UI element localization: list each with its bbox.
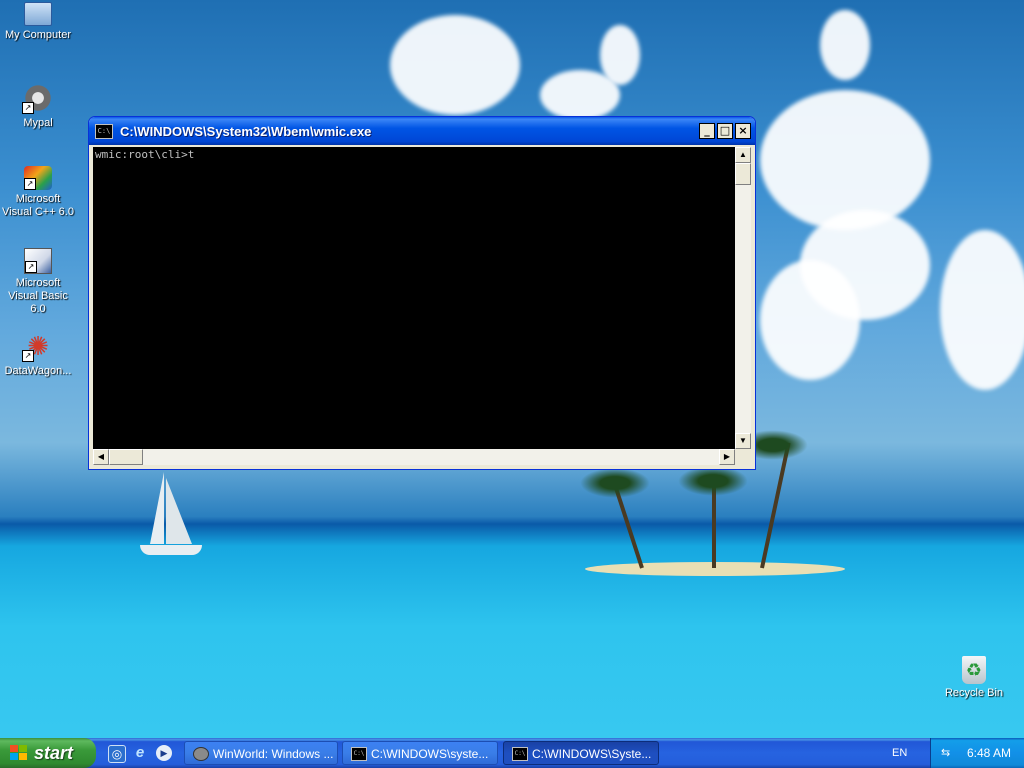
maximize-button[interactable]: □ bbox=[717, 123, 733, 139]
wallpaper-sail bbox=[150, 472, 164, 544]
shortcut-arrow-icon: ↗ bbox=[24, 178, 36, 190]
scroll-down-arrow-icon[interactable]: ▼ bbox=[735, 433, 751, 449]
window-title: C:\WINDOWS\System32\Wbem\wmic.exe bbox=[120, 123, 372, 139]
datawagon-icon: ✺ ↗ bbox=[22, 330, 54, 362]
scrollbar-corner bbox=[735, 449, 751, 465]
scroll-up-arrow-icon[interactable]: ▲ bbox=[735, 147, 751, 163]
desktop-icon-datawagon[interactable]: ✺ ↗ DataWagon... bbox=[0, 330, 76, 378]
console-app-icon[interactable]: C:\ bbox=[95, 123, 113, 139]
desktop-icon-my-computer[interactable]: My Computer bbox=[0, 2, 76, 42]
wallpaper-palm bbox=[760, 442, 791, 569]
wallpaper-cloud bbox=[600, 25, 640, 85]
desktop-icon-label: DataWagon... bbox=[4, 365, 72, 377]
minimize-button[interactable]: _ bbox=[699, 123, 715, 139]
taskbar-task-winworld[interactable]: WinWorld: Windows ... bbox=[184, 741, 338, 765]
shortcut-arrow-icon: ↗ bbox=[22, 350, 34, 362]
desktop-icon-visual-basic[interactable]: ↗ Microsoft Visual Basic 6.0 bbox=[0, 248, 76, 316]
internet-explorer-icon[interactable]: e bbox=[132, 745, 148, 761]
shortcut-arrow-icon: ↗ bbox=[25, 261, 37, 273]
start-button[interactable]: start bbox=[0, 738, 96, 768]
console-icon: C:\ bbox=[512, 747, 528, 761]
windows-update-icon[interactable]: ◎ bbox=[108, 745, 126, 763]
horizontal-scroll-thumb[interactable] bbox=[109, 449, 143, 465]
vertical-scrollbar[interactable]: ▲ ▼ bbox=[735, 147, 751, 449]
network-icon[interactable]: ⇆ bbox=[941, 746, 955, 760]
wallpaper-sailboat bbox=[140, 545, 202, 555]
close-button[interactable]: × bbox=[735, 123, 751, 139]
language-indicator[interactable]: EN bbox=[892, 738, 920, 768]
console-titlebar[interactable]: C:\ C:\WINDOWS\System32\Wbem\wmic.exe _ … bbox=[89, 117, 755, 145]
wallpaper-cloud bbox=[940, 230, 1024, 390]
console-window[interactable]: C:\ C:\WINDOWS\System32\Wbem\wmic.exe _ … bbox=[88, 116, 756, 470]
wallpaper-palm bbox=[678, 466, 748, 496]
shortcut-arrow-icon: ↗ bbox=[22, 102, 34, 114]
windows-flag-icon bbox=[10, 745, 28, 761]
raccoon-icon: ↗ bbox=[22, 82, 54, 114]
wallpaper-cloud bbox=[760, 90, 930, 230]
visual-cpp-icon: ↗ bbox=[24, 166, 52, 190]
wallpaper-sail bbox=[166, 478, 192, 544]
wallpaper-palm bbox=[580, 468, 650, 498]
system-tray: ⇆ 6:48 AM bbox=[930, 738, 1024, 768]
wallpaper-cloud bbox=[820, 10, 870, 80]
scroll-left-arrow-icon[interactable]: ◀ bbox=[93, 449, 109, 465]
desktop-icon-label: Microsoft Visual Basic 6.0 bbox=[8, 277, 68, 315]
desktop-icon-label: Mypal bbox=[23, 117, 53, 129]
recycle-bin-icon: ♻ bbox=[962, 656, 986, 684]
horizontal-scrollbar[interactable]: ◀ ▶ bbox=[93, 449, 735, 465]
media-player-icon[interactable]: ▶ bbox=[156, 745, 172, 761]
task-label: C:\WINDOWS\Syste... bbox=[532, 747, 652, 761]
desktop-icon-mypal[interactable]: ↗ Mypal bbox=[0, 82, 76, 130]
taskbar-task-console-2[interactable]: C:\ C:\WINDOWS\Syste... bbox=[503, 741, 659, 765]
taskbar: start ◎ e ▶ WinWorld: Windows ... C:\ C:… bbox=[0, 738, 1024, 768]
desktop[interactable]: My Computer ↗ Mypal ↗ Microsoft Visual C… bbox=[0, 0, 1024, 738]
wallpaper-cloud bbox=[390, 15, 520, 115]
console-icon: C:\ bbox=[351, 747, 367, 761]
my-computer-icon bbox=[24, 2, 52, 26]
visual-basic-icon: ↗ bbox=[24, 248, 52, 274]
raccoon-icon bbox=[193, 747, 209, 761]
desktop-icon-recycle-bin[interactable]: ♻ Recycle Bin bbox=[936, 656, 1012, 700]
task-label: C:\WINDOWS\syste... bbox=[371, 747, 489, 761]
console-screen[interactable]: wmic:root\cli>t bbox=[93, 147, 735, 449]
task-label: WinWorld: Windows ... bbox=[213, 747, 334, 761]
desktop-icon-label: My Computer bbox=[4, 29, 72, 41]
console-client-area: wmic:root\cli>t ▲ ▼ ◀ ▶ bbox=[93, 147, 751, 465]
desktop-icon-label: Microsoft Visual C++ 6.0 bbox=[2, 193, 74, 218]
scroll-right-arrow-icon[interactable]: ▶ bbox=[719, 449, 735, 465]
vertical-scroll-thumb[interactable] bbox=[735, 163, 751, 185]
clock[interactable]: 6:48 AM bbox=[967, 738, 1011, 768]
wallpaper-cloud bbox=[760, 260, 860, 380]
desktop-icon-visual-cpp[interactable]: ↗ Microsoft Visual C++ 6.0 bbox=[0, 166, 76, 219]
taskbar-task-console-1[interactable]: C:\ C:\WINDOWS\syste... bbox=[342, 741, 498, 765]
start-label: start bbox=[34, 743, 74, 763]
desktop-icon-label: Recycle Bin bbox=[944, 687, 1004, 699]
